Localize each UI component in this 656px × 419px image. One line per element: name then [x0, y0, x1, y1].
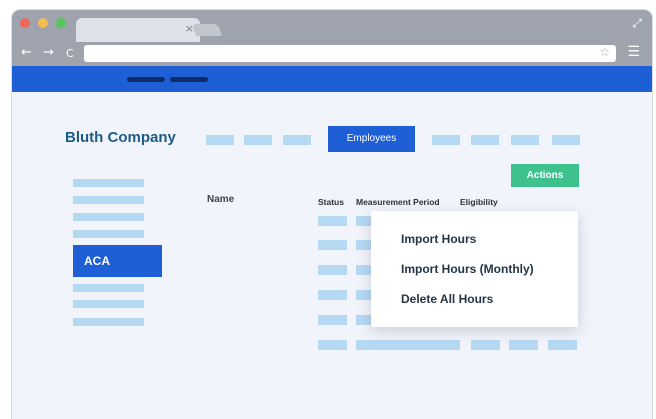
tab-placeholder[interactable] — [432, 135, 460, 145]
minimize-window-dot[interactable] — [38, 18, 48, 28]
browser-menu-icon[interactable]: ☰ — [627, 44, 640, 60]
table-cell-placeholder — [471, 340, 500, 350]
column-header-name[interactable]: Name — [207, 194, 234, 205]
browser-window: × ⤢ ← → C ☆ ☰ Bluth Company Employees Ac… — [12, 10, 652, 419]
browser-tab[interactable]: × — [76, 18, 200, 42]
tab-placeholder[interactable] — [511, 135, 539, 145]
tab-placeholder[interactable] — [244, 135, 272, 145]
sidebar-item[interactable] — [73, 284, 144, 292]
new-tab-button[interactable] — [191, 24, 223, 36]
sidebar-item-aca[interactable]: ACA — [73, 245, 162, 277]
table-cell-placeholder — [318, 315, 347, 325]
column-header-status[interactable]: Status — [318, 197, 344, 207]
menu-item-import-hours-monthly[interactable]: Import Hours (Monthly) — [401, 262, 534, 276]
back-icon[interactable]: ← — [21, 45, 32, 60]
table-cell-placeholder — [318, 240, 347, 250]
tab-placeholder[interactable] — [283, 135, 311, 145]
bookmark-star-icon[interactable]: ☆ — [599, 45, 610, 59]
nav-placeholder-2[interactable] — [170, 77, 208, 82]
actions-dropdown-menu: Import Hours Import Hours (Monthly) Dele… — [371, 211, 578, 327]
sidebar-item[interactable] — [73, 213, 144, 221]
fullscreen-icon[interactable]: ⤢ — [632, 16, 642, 31]
menu-item-delete-all-hours[interactable]: Delete All Hours — [401, 292, 493, 306]
table-cell-placeholder — [318, 265, 347, 275]
tab-placeholder[interactable] — [471, 135, 499, 145]
tab-placeholder[interactable] — [552, 135, 580, 145]
table-cell-placeholder — [318, 340, 347, 350]
maximize-window-dot[interactable] — [56, 18, 66, 28]
sidebar-item[interactable] — [73, 196, 144, 204]
browser-toolbar: ← → C ☆ ☰ — [12, 42, 652, 66]
table-cell-placeholder — [509, 340, 538, 350]
sidebar-item[interactable] — [73, 300, 144, 308]
actions-button[interactable]: Actions — [511, 164, 579, 187]
table-cell-placeholder — [318, 290, 347, 300]
column-header-eligibility[interactable]: Eligibility — [460, 197, 498, 207]
sidebar-item[interactable] — [73, 318, 144, 326]
table-cell-placeholder — [318, 216, 347, 226]
column-header-measurement-period[interactable]: Measurement Period — [356, 197, 440, 207]
reload-icon[interactable]: C — [66, 47, 74, 60]
menu-item-import-hours[interactable]: Import Hours — [401, 232, 476, 246]
tab-placeholder[interactable] — [206, 135, 234, 145]
table-cell-placeholder — [356, 340, 460, 350]
sidebar-item[interactable] — [73, 179, 144, 187]
table-cell-placeholder — [548, 340, 577, 350]
forward-icon[interactable]: → — [43, 45, 54, 60]
tab-employees[interactable]: Employees — [328, 126, 415, 152]
browser-titlebar: × ⤢ — [12, 10, 652, 42]
company-name: Bluth Company — [65, 129, 176, 146]
sidebar-item[interactable] — [73, 230, 144, 238]
nav-placeholder-1[interactable] — [127, 77, 165, 82]
address-bar[interactable]: ☆ — [84, 45, 616, 62]
app-top-bar — [12, 66, 652, 92]
close-window-dot[interactable] — [20, 18, 30, 28]
